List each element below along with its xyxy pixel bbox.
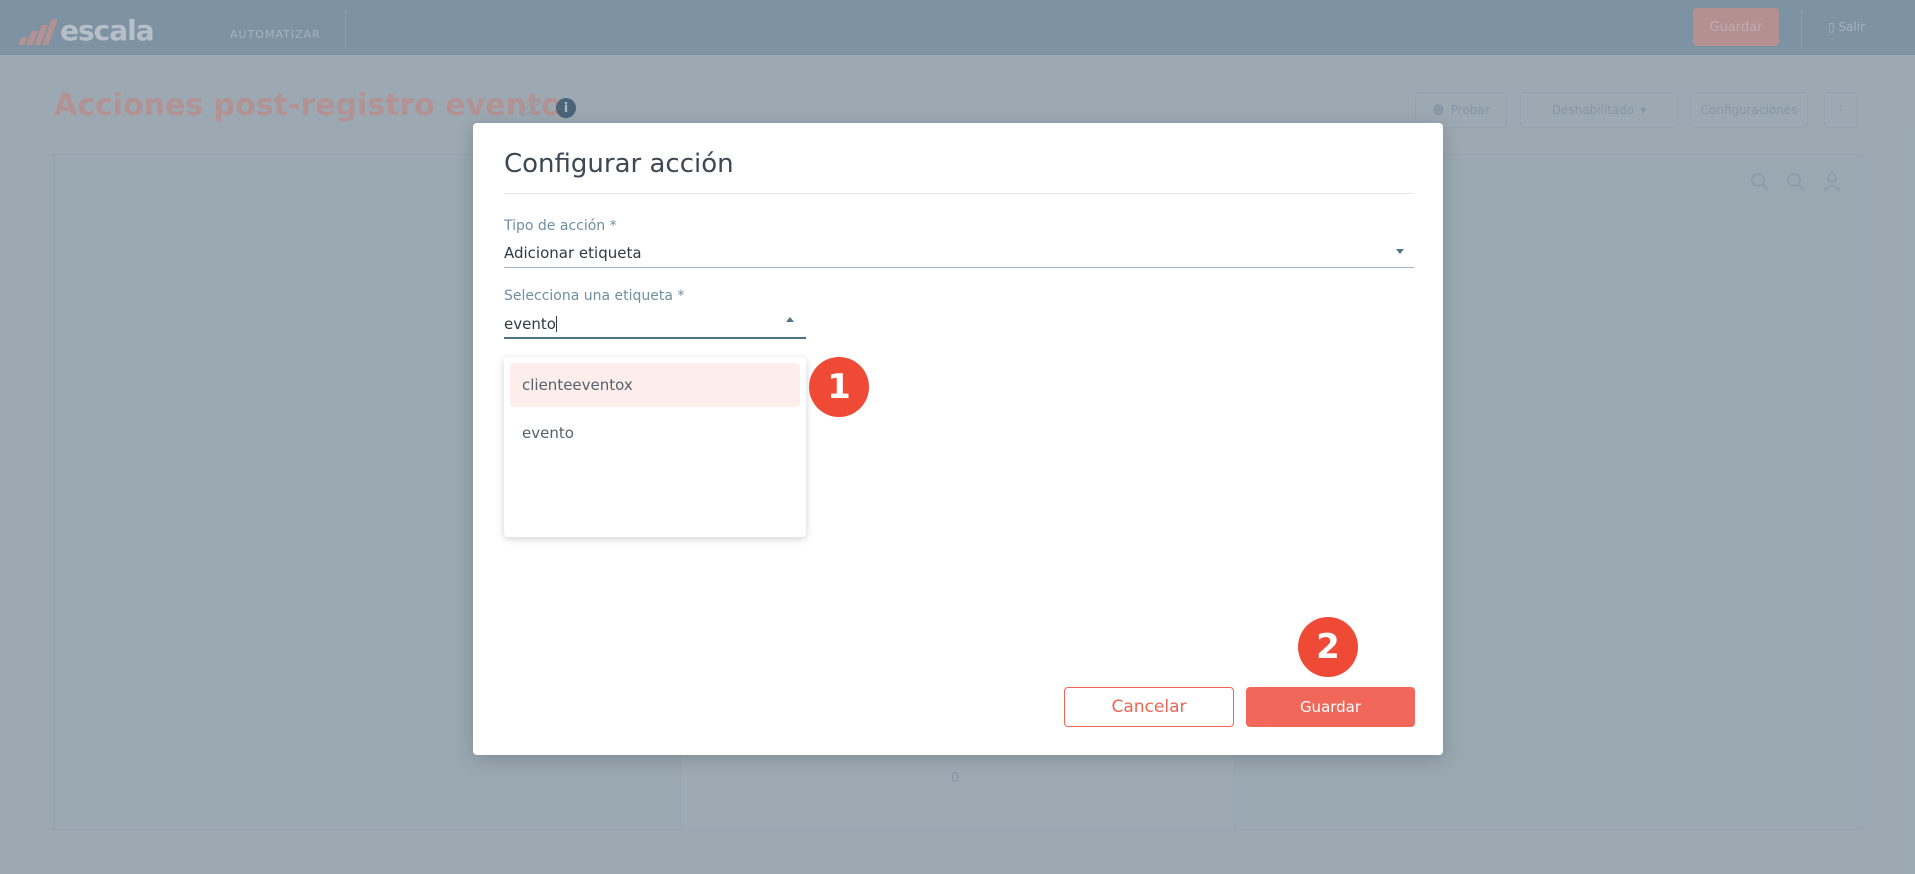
text-cursor	[555, 316, 557, 332]
tag-select-label: Selecciona una etiqueta *	[504, 288, 685, 304]
save-button[interactable]: Guardar	[1246, 687, 1415, 727]
modal-title: Configurar acción	[504, 149, 734, 179]
modal-divider	[504, 193, 1414, 194]
tag-search-input[interactable]: evento	[504, 314, 557, 333]
caret-down-icon[interactable]	[1396, 249, 1404, 254]
step-badge-2: 2	[1298, 617, 1358, 677]
action-type-select[interactable]: Adicionar etiqueta	[504, 244, 642, 262]
step-badge-1: 1	[809, 357, 869, 417]
configure-action-modal: Configurar acción Tipo de acción * Adici…	[473, 123, 1443, 755]
tag-search-value: evento	[504, 315, 556, 333]
action-type-label: Tipo de acción *	[504, 218, 617, 234]
caret-up-icon[interactable]	[786, 317, 794, 322]
tag-options-dropdown: clienteeventox evento	[504, 357, 806, 537]
tag-select-underline	[504, 337, 806, 339]
option-evento[interactable]: evento	[510, 411, 800, 455]
cancel-button[interactable]: Cancelar	[1064, 687, 1234, 727]
action-type-underline	[504, 267, 1414, 268]
option-clienteeventox[interactable]: clienteeventox	[510, 363, 800, 407]
